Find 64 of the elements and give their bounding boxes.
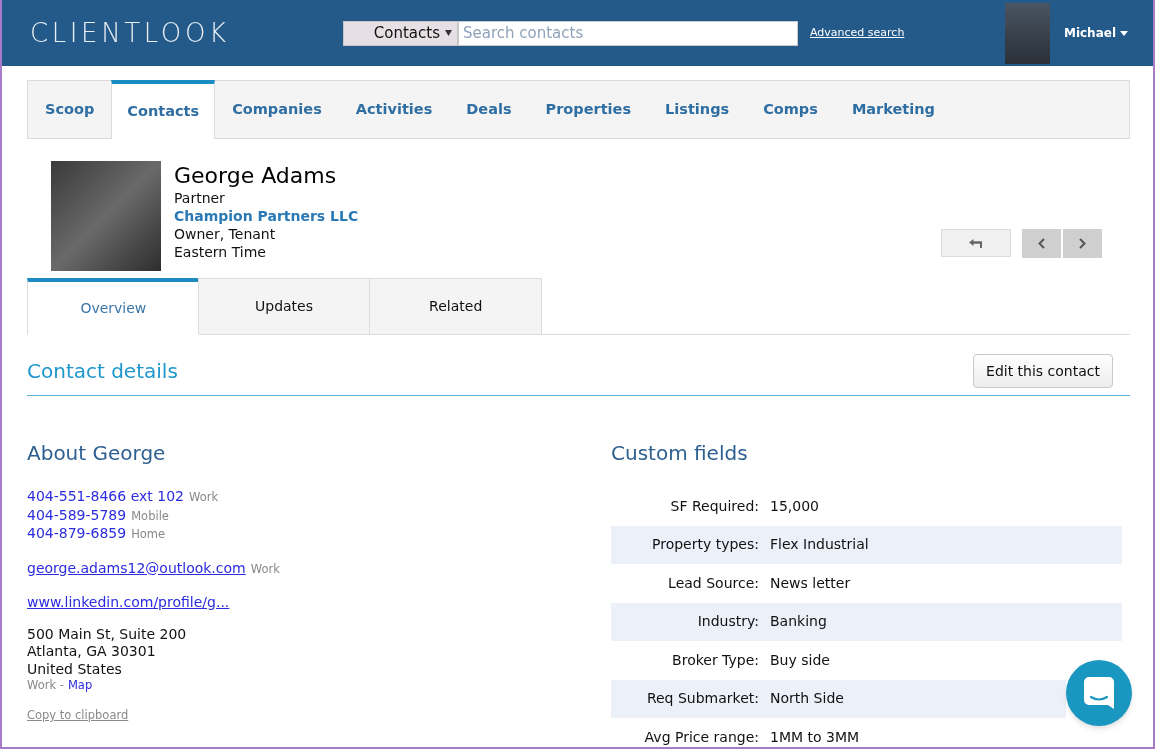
field-value: News letter	[770, 574, 851, 592]
nav-tab[interactable]: Deals	[449, 81, 529, 138]
chat-bubble-icon	[1083, 676, 1115, 710]
contact-timezone: Eastern Time	[174, 243, 267, 261]
caret-down-icon	[445, 30, 452, 36]
chat-button[interactable]	[1066, 660, 1132, 726]
search-scope-dropdown[interactable]: Contacts	[343, 20, 458, 46]
company-link[interactable]: Champion Partners LLC	[174, 207, 359, 225]
field-label: Broker Type:	[671, 651, 759, 669]
nav-tab[interactable]: Comps	[746, 81, 835, 138]
field-label: SF Required:	[669, 497, 759, 515]
nav-tab[interactable]: Listings	[648, 81, 747, 138]
field-value: 1MM to 3MM	[770, 728, 860, 746]
address-text: 500 Main St, Suite 200 Atlanta, GA 30301 United States	[27, 625, 187, 678]
contact-name: George Adams	[174, 163, 338, 189]
contact-title: Partner	[174, 189, 226, 207]
subtab[interactable]: Related	[369, 278, 542, 334]
address-type-label: Work -	[27, 678, 64, 692]
email-type-label: Work	[250, 560, 280, 578]
map-link[interactable]: Map	[67, 678, 93, 692]
phone-type-label: Work	[188, 489, 219, 506]
field-value: 15,000	[770, 497, 819, 515]
avatar-placeholder	[1004, 2, 1050, 64]
phone-link[interactable]: 404-551-8466 ext 102	[27, 488, 184, 506]
field-label: Lead Source:	[667, 574, 759, 592]
nav-tab[interactable]: Scoop	[28, 81, 112, 138]
email-link[interactable]: george.adams12@outlook.com	[27, 559, 246, 577]
chevron-left-icon	[1038, 238, 1045, 249]
field-value: Flex Industrial	[770, 536, 869, 554]
next-button[interactable]	[1063, 229, 1102, 258]
field-value: Buy side	[770, 651, 830, 669]
back-arrow-icon	[969, 238, 983, 248]
caret-down-icon	[1120, 30, 1128, 36]
copy-to-clipboard-link[interactable]: Copy to clipboard	[27, 708, 129, 722]
phone-link[interactable]: 404-879-6859	[27, 525, 127, 543]
app-logo: CLIENTLOOK	[30, 18, 230, 48]
edit-contact-button[interactable]: Edit this contact	[973, 354, 1113, 388]
section-heading: Contact details	[27, 359, 178, 383]
chevron-right-icon	[1079, 238, 1086, 249]
subtab[interactable]: Updates	[197, 278, 371, 334]
nav-tab[interactable]: Marketing	[834, 81, 952, 138]
nav-tab[interactable]: Companies	[215, 81, 339, 138]
advanced-search-link[interactable]: Advanced search	[810, 26, 905, 40]
field-value: North Side	[770, 690, 844, 708]
website-link[interactable]: www.linkedin.com/profile/g...	[27, 594, 230, 612]
back-button[interactable]	[941, 229, 1011, 257]
contact-roles: Owner, Tenant	[174, 225, 277, 243]
user-menu-button[interactable]: Michael	[1063, 25, 1128, 41]
field-value: Banking	[770, 613, 827, 631]
field-label: Property types:	[651, 536, 759, 554]
previous-button[interactable]	[1022, 229, 1061, 258]
nav-tab[interactable]: Contacts	[111, 80, 216, 139]
nav-tab[interactable]: Properties	[528, 81, 649, 138]
search-field[interactable]: Search contacts	[458, 20, 798, 46]
subtab[interactable]: Overview	[27, 278, 199, 335]
phone-link[interactable]: 404-589-5789	[27, 506, 127, 524]
field-label: Avg Price range:	[643, 728, 759, 746]
field-label: Industry:	[696, 613, 759, 631]
section-heading: Custom fields	[611, 441, 749, 465]
phone-type-label: Mobile	[131, 507, 169, 525]
section-heading: About George	[27, 441, 167, 465]
phone-type-label: Home	[131, 526, 166, 543]
field-label: Req Submarket:	[645, 690, 759, 708]
nav-tab[interactable]: Activities	[338, 81, 450, 138]
